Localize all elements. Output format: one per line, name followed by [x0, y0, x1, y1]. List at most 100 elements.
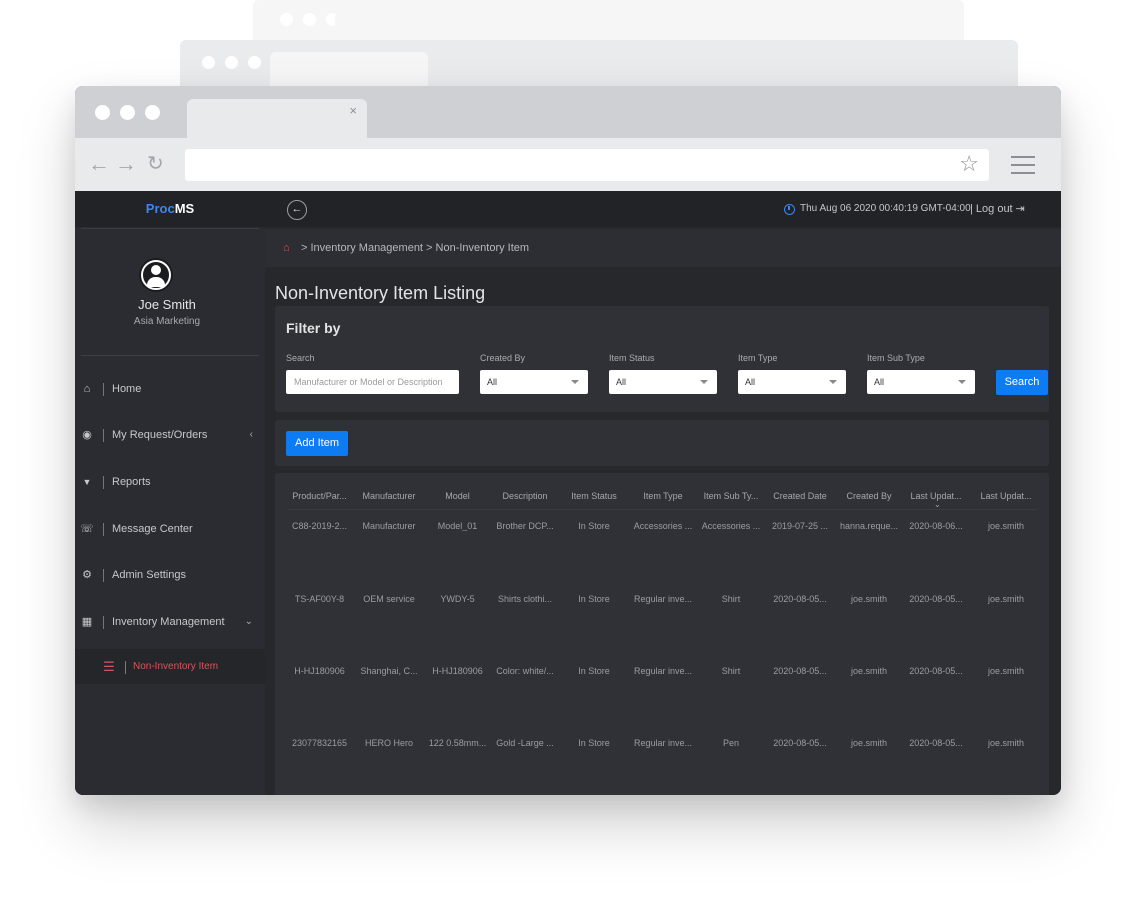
sort-chevron-down-icon[interactable]: ⌄	[934, 500, 941, 509]
collapse-sidebar-button[interactable]: ←	[287, 200, 307, 220]
caret-down-icon	[700, 380, 708, 384]
cell-item-status: In Store	[578, 521, 610, 531]
cell-item-status: In Store	[578, 594, 610, 604]
cell-item-type: Regular inve...	[633, 594, 693, 604]
sidebar-item-message-center[interactable]: ☏ Message Center	[75, 511, 265, 547]
search-button[interactable]: Search	[996, 370, 1048, 395]
user-name: Joe Smith	[138, 297, 196, 312]
cell-product-part: 23077832165	[291, 738, 348, 748]
browser-titlebar: ×	[75, 86, 1061, 138]
table-row[interactable]: C88-2019-2... Manufacturer Model_01 Brot…	[275, 521, 1049, 591]
item-status-select[interactable]: All	[609, 370, 717, 394]
clock-icon	[784, 204, 795, 215]
cell-created-date: 2020-08-05...	[773, 738, 827, 748]
column-header-item-sub-type[interactable]: Item Sub Ty...	[699, 483, 763, 509]
caret-down-icon	[829, 380, 837, 384]
item-status-value: All	[616, 377, 627, 387]
add-item-button[interactable]: Add Item	[286, 431, 348, 456]
cell-model: H-HJ180906	[432, 666, 483, 676]
cell-item-status: In Store	[578, 666, 610, 676]
url-input[interactable]	[185, 149, 989, 181]
window-controls[interactable]	[95, 105, 160, 120]
tab-close-icon[interactable]: ×	[349, 103, 357, 118]
column-header-model[interactable]: Model	[426, 483, 489, 509]
browser-menu-icon[interactable]	[1011, 156, 1035, 174]
top-bar: ← Thu Aug 06 2020 00:40:19 GMT-04:00 | L…	[265, 191, 1061, 227]
home-icon[interactable]: ⌂	[283, 229, 290, 267]
cell-last-updated-date: 2020-08-05...	[909, 594, 963, 604]
bookmark-star-icon[interactable]: ☆	[959, 151, 979, 177]
cell-created-by: joe.smith	[850, 666, 887, 676]
table-row[interactable]: 23077832165 HERO Hero 122 0.58mm... Gold…	[275, 738, 1049, 795]
cell-last-updated-by: joe.smith	[987, 738, 1024, 748]
item-sub-type-value: All	[874, 377, 885, 387]
browser-tab[interactable]: ×	[187, 99, 367, 138]
current-datetime: Thu Aug 06 2020 00:40:19 GMT-04:00	[800, 203, 971, 214]
created-by-value: All	[487, 377, 498, 387]
sidebar-item-inventory-management[interactable]: ▦ Inventory Management ⌄	[75, 604, 265, 640]
cell-manufacturer: Shanghai, C...	[360, 666, 418, 676]
forward-arrow-icon[interactable]: →	[115, 151, 137, 177]
logout-link[interactable]: | Log out ⇥	[970, 191, 1025, 227]
caret-down-icon	[571, 380, 579, 384]
cell-last-updated-date: 2020-08-06...	[909, 521, 963, 531]
home-icon: ⌂	[83, 383, 91, 395]
brand-logo[interactable]: ProcMS	[75, 191, 265, 227]
column-header-created-by[interactable]: Created By	[837, 483, 901, 509]
column-header-description[interactable]: Description	[491, 483, 559, 509]
sidebar-item-label: Inventory Management	[112, 616, 225, 628]
column-header-product-part[interactable]: Product/Par...	[287, 483, 352, 509]
cell-created-by: joe.smith	[850, 594, 887, 604]
cell-created-date: 2019-07-25 ...	[771, 521, 829, 531]
back-arrow-icon[interactable]: ←	[88, 151, 110, 177]
sidebar-item-home[interactable]: ⌂ Home	[75, 371, 265, 407]
created-by-select[interactable]: All	[480, 370, 588, 394]
target-icon: ◉	[82, 429, 92, 441]
gears-icon: ⚙	[82, 569, 92, 581]
item-type-select[interactable]: All	[738, 370, 846, 394]
item-sub-type-select[interactable]: All	[867, 370, 975, 394]
cell-last-updated-by: joe.smith	[987, 594, 1024, 604]
cell-product-part: C88-2019-2...	[291, 521, 348, 531]
sidebar-item-label: Message Center	[112, 523, 193, 535]
sidebar-item-non-inventory-item[interactable]: ☰ Non-Inventory Item	[75, 649, 265, 684]
column-header-manufacturer[interactable]: Manufacturer	[354, 483, 424, 509]
chat-icon: ☏	[80, 523, 94, 535]
table-row[interactable]: H-HJ180906 Shanghai, C... H-HJ180906 Col…	[275, 666, 1049, 736]
column-header-item-status[interactable]: Item Status	[561, 483, 627, 509]
column-header-created-date[interactable]: Created Date	[765, 483, 835, 509]
actions-panel: Add Item	[275, 420, 1049, 466]
cell-description: Color: white/...	[496, 666, 554, 676]
close-window-button[interactable]	[95, 105, 110, 120]
background-tab	[270, 52, 428, 86]
filter-panel: Filter by Search Created By All Item Sta…	[275, 306, 1049, 412]
table-row[interactable]: TS-AF00Y-8 OEM service YWDY-5 Shirts clo…	[275, 594, 1049, 664]
chevron-left-icon: ‹	[249, 429, 253, 440]
breadcrumb-trail[interactable]: > Inventory Management > Non-Inventory I…	[301, 229, 529, 267]
user-avatar-icon	[139, 258, 173, 292]
maximize-window-button[interactable]	[145, 105, 160, 120]
page-title: Non-Inventory Item Listing	[275, 283, 486, 303]
sidebar-item-label: Reports	[112, 476, 151, 488]
item-type-value: All	[745, 377, 756, 387]
minimize-window-button[interactable]	[120, 105, 135, 120]
cell-manufacturer: OEM service	[363, 594, 415, 604]
cell-manufacturer: HERO Hero	[364, 738, 413, 748]
column-header-item-type[interactable]: Item Type	[629, 483, 697, 509]
main-content: ← Thu Aug 06 2020 00:40:19 GMT-04:00 | L…	[265, 191, 1061, 795]
column-header-last-updated-by[interactable]: Last Updat...	[971, 483, 1041, 509]
cell-created-by: joe.smith	[850, 738, 887, 748]
window-controls	[280, 13, 339, 26]
sidebar-item-my-request-orders[interactable]: ◉ My Request/Orders ‹	[75, 417, 265, 453]
list-icon: ☰	[103, 659, 115, 674]
app-root: ProcMS Joe Smith Asia Marketing ⌂ Home ◉…	[75, 191, 1061, 795]
item-sub-type-label: Item Sub Type	[867, 353, 925, 363]
items-table: Product/Par... Manufacturer Model Descri…	[275, 473, 1049, 795]
sidebar-item-admin-settings[interactable]: ⚙ Admin Settings	[75, 557, 265, 593]
divider	[81, 228, 259, 229]
divider	[287, 509, 1037, 510]
search-input[interactable]	[286, 370, 459, 394]
sidebar-item-reports[interactable]: ▼ Reports	[75, 464, 265, 500]
cell-created-date: 2020-08-05...	[773, 666, 827, 676]
reload-icon[interactable]: ↻	[147, 151, 164, 176]
